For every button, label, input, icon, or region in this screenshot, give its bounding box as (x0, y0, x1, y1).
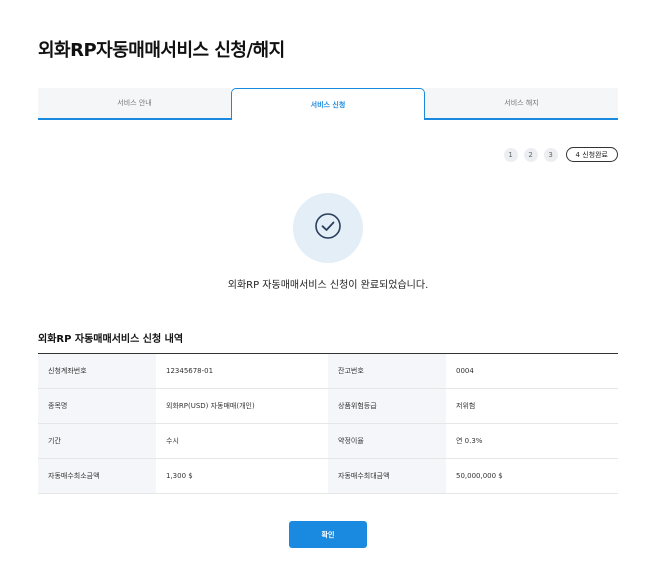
row-value: 외화RP(USD) 자동매매(개인) (156, 388, 328, 424)
row-label: 기간 (38, 423, 156, 459)
row-value: 0004 (446, 353, 618, 389)
completion-badge (293, 193, 363, 263)
row-label: 잔고번호 (328, 353, 446, 389)
row-value: 연 0.3% (446, 423, 618, 459)
application-details-table: 신청계좌번호 12345678-01 잔고번호 0004 종목명 외화RP(USD) 자동… (38, 353, 618, 494)
step-1: 1 (503, 147, 518, 162)
row-value: 수시 (156, 423, 328, 459)
confirm-button[interactable]: 확인 (289, 521, 367, 548)
row-label: 신청계좌번호 (38, 353, 156, 389)
row-label: 자동매수최대금액 (328, 458, 446, 494)
page-title: 외화RP자동매매서비스 신청/해지 (38, 40, 285, 61)
step-3: 3 (543, 147, 558, 162)
table-row: 자동매수최소금액 1,300 $ 자동매수최대금액 50,000,000 $ (38, 458, 618, 494)
row-label: 약정이율 (328, 423, 446, 459)
table-row: 기간 수시 약정이율 연 0.3% (38, 423, 618, 459)
table-row: 종목명 외화RP(USD) 자동매매(개인) 상품위험등급 저위험 (38, 388, 618, 424)
tab-bar: 서비스 안내 서비스 신청 서비스 해지 (38, 88, 618, 120)
row-label: 상품위험등급 (328, 388, 446, 424)
step-2: 2 (523, 147, 538, 162)
step-4-current: 4 신청완료 (565, 147, 618, 162)
row-value: 12345678-01 (156, 353, 328, 389)
row-value: 1,300 $ (156, 458, 328, 494)
step-indicator: 1 2 3 4 신청완료 (503, 147, 618, 162)
section-title: 외화RP 자동매매서비스 신청 내역 (38, 334, 184, 345)
row-value: 50,000,000 $ (446, 458, 618, 494)
tab-service-apply[interactable]: 서비스 신청 (231, 88, 425, 120)
completion-message: 외화RP 자동매매서비스 신청이 완료되었습니다. (227, 280, 429, 291)
row-label: 자동매수최소금액 (38, 458, 156, 494)
tab-service-guide[interactable]: 서비스 안내 (38, 88, 231, 120)
check-circle-icon (313, 211, 343, 245)
row-value: 저위험 (446, 388, 618, 424)
tab-service-cancel[interactable]: 서비스 해지 (425, 88, 618, 120)
row-label: 종목명 (38, 388, 156, 424)
table-row: 신청계좌번호 12345678-01 잔고번호 0004 (38, 353, 618, 389)
